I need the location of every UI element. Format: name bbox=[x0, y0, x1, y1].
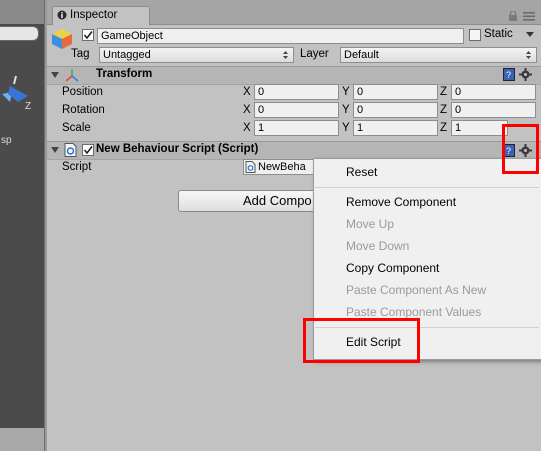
position-y-field[interactable]: 0 bbox=[353, 84, 438, 100]
scale-z-field[interactable]: 1 bbox=[451, 120, 508, 136]
gear-icon[interactable] bbox=[518, 67, 533, 82]
rotation-y-label[interactable]: Y bbox=[342, 104, 350, 116]
position-y-label[interactable]: Y bbox=[342, 86, 350, 98]
tag-dropdown[interactable]: Untagged bbox=[99, 47, 294, 63]
script-label: Script bbox=[62, 161, 92, 173]
menu-item-paste-component-as-new: Paste Component As New bbox=[346, 283, 487, 297]
script-file-icon bbox=[245, 161, 256, 173]
position-x-label[interactable]: X bbox=[243, 86, 251, 98]
rotation-x-label[interactable]: X bbox=[243, 104, 251, 116]
scale-x-label[interactable]: X bbox=[243, 122, 251, 134]
menu-item-copy-component[interactable]: Copy Component bbox=[346, 261, 439, 275]
help-book-icon[interactable]: ? bbox=[503, 68, 515, 81]
lock-icon[interactable] bbox=[507, 11, 519, 21]
position-label: Position bbox=[62, 86, 103, 98]
static-checkbox[interactable] bbox=[469, 29, 481, 41]
scene-bottom-bar bbox=[0, 428, 44, 451]
script-file-icon bbox=[64, 143, 77, 157]
info-icon bbox=[57, 10, 67, 20]
checkmark-icon bbox=[83, 31, 93, 40]
menu-separator bbox=[315, 187, 539, 188]
rotation-y-field[interactable]: 0 bbox=[353, 102, 438, 118]
svg-text:?: ? bbox=[506, 70, 511, 80]
layer-label: Layer bbox=[300, 48, 329, 60]
scale-x-field[interactable]: 1 bbox=[254, 120, 339, 136]
checkmark-icon bbox=[83, 146, 93, 155]
scene-search-field[interactable] bbox=[0, 26, 39, 41]
foldout-expanded-icon[interactable] bbox=[51, 71, 59, 79]
rotation-x-field[interactable]: 0 bbox=[254, 102, 339, 118]
foldout-expanded-icon[interactable] bbox=[51, 146, 59, 154]
transform-axes-icon bbox=[65, 69, 79, 82]
transform-title: Transform bbox=[96, 68, 153, 80]
gear-highlight-box bbox=[502, 124, 539, 174]
menu-item-remove-component[interactable]: Remove Component bbox=[346, 195, 456, 209]
scale-y-label[interactable]: Y bbox=[342, 122, 350, 134]
rotation-label: Rotation bbox=[62, 104, 105, 116]
edit-script-highlight-box bbox=[303, 318, 420, 363]
tag-label: Tag bbox=[71, 48, 90, 60]
scale-z-label[interactable]: Z bbox=[440, 122, 447, 134]
scene-axis-label: Z bbox=[25, 101, 32, 112]
tag-dropdown-arrow-icon bbox=[283, 51, 288, 59]
position-z-field[interactable]: 0 bbox=[451, 84, 536, 100]
static-label: Static bbox=[484, 28, 513, 40]
behaviour-script-title: New Behaviour Script (Script) bbox=[96, 143, 259, 155]
panel-menu-icon[interactable] bbox=[522, 11, 536, 21]
layer-dropdown[interactable]: Default bbox=[340, 47, 537, 63]
scale-y-field[interactable]: 1 bbox=[353, 120, 438, 136]
menu-item-move-up: Move Up bbox=[346, 217, 395, 231]
menu-item-reset[interactable]: Reset bbox=[346, 165, 377, 179]
gameobject-cube-icon bbox=[52, 29, 72, 49]
scene-gizmo-icon[interactable] bbox=[0, 72, 44, 122]
rotation-z-label[interactable]: Z bbox=[440, 104, 447, 116]
gameobject-active-checkbox[interactable] bbox=[82, 29, 94, 41]
script-enabled-checkbox[interactable] bbox=[82, 144, 94, 156]
menu-item-paste-component-values: Paste Component Values bbox=[346, 305, 482, 319]
menu-item-move-down: Move Down bbox=[346, 239, 410, 253]
position-x-field[interactable]: 0 bbox=[254, 84, 339, 100]
add-component-label: Add Compo bbox=[243, 193, 312, 208]
rotation-z-field[interactable]: 0 bbox=[451, 102, 536, 118]
static-dropdown-arrow-icon[interactable] bbox=[525, 31, 535, 39]
gameobject-name-field[interactable]: GameObject bbox=[97, 28, 464, 44]
scale-label: Scale bbox=[62, 122, 91, 134]
scene-view[interactable] bbox=[0, 0, 44, 451]
layer-dropdown-arrow-icon bbox=[526, 51, 531, 59]
scene-tab-strip bbox=[0, 0, 44, 24]
scene-persp-label: sp bbox=[1, 135, 12, 146]
inspector-tab-label: Inspector bbox=[70, 9, 118, 21]
position-z-label[interactable]: Z bbox=[440, 86, 447, 98]
